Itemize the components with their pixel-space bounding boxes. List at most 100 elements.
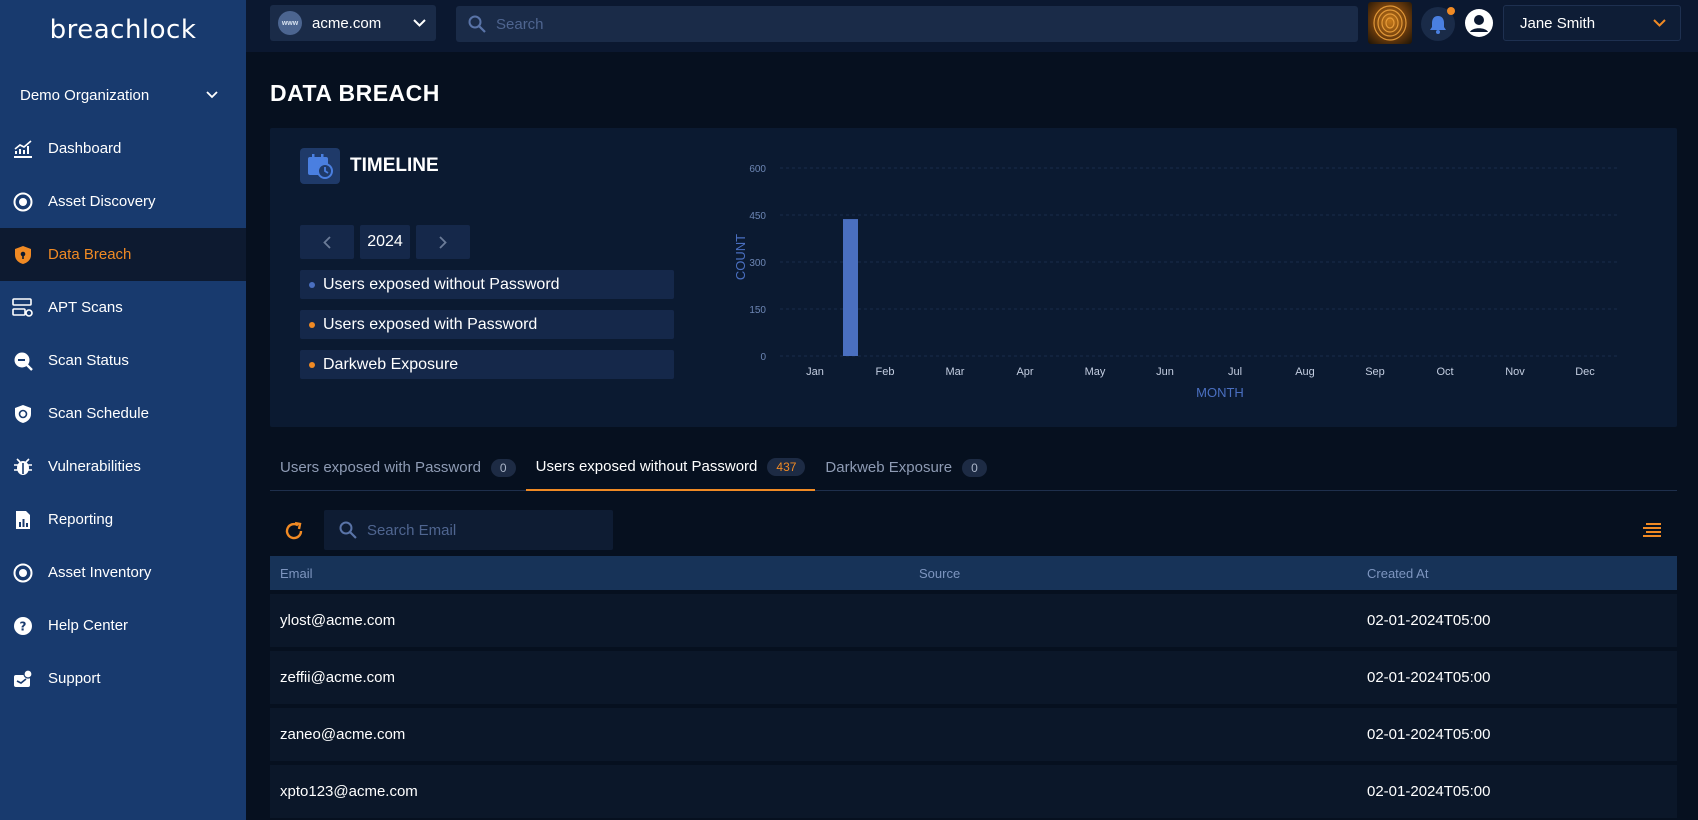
- breach-tabs: Users exposed with Password 0 Users expo…: [270, 444, 1677, 491]
- tab-count-badge: 0: [962, 458, 987, 477]
- page-title: DATA BREACH: [270, 80, 440, 106]
- prev-year-button[interactable]: [300, 225, 354, 259]
- domain-selector[interactable]: www acme.com: [270, 5, 436, 41]
- breach-table: Email Source Created At ylost@acme.com 0…: [270, 556, 1677, 818]
- x-tick-label: Feb: [876, 366, 895, 378]
- sidebar-item-label: Scan Schedule: [48, 405, 149, 422]
- column-header-email[interactable]: Email: [270, 566, 909, 581]
- tab-label: Darkweb Exposure: [825, 459, 953, 476]
- report-icon: [12, 509, 34, 531]
- global-search[interactable]: [456, 6, 1358, 42]
- created-at-cell: 02-01-2024T05:00: [1367, 726, 1491, 743]
- avatar[interactable]: [1463, 7, 1495, 39]
- bar-feb: [843, 219, 858, 356]
- legend-item-with-password[interactable]: Users exposed with Password: [300, 310, 674, 339]
- table-row[interactable]: zeffii@acme.com 02-01-2024T05:00: [270, 651, 1677, 704]
- legend-item-without-password[interactable]: Users exposed without Password: [300, 270, 674, 299]
- table-row[interactable]: xpto123@acme.com 02-01-2024T05:00: [270, 765, 1677, 818]
- sidebar-item-label: APT Scans: [48, 299, 123, 316]
- globe-icon: www: [278, 11, 302, 35]
- y-tick-label: 300: [749, 258, 766, 269]
- table-row[interactable]: zaneo@acme.com 02-01-2024T05:00: [270, 708, 1677, 761]
- chevron-down-icon: [1653, 19, 1666, 27]
- sidebar-item-scan-status[interactable]: Scan Status: [0, 334, 246, 387]
- sidebar-item-data-breach[interactable]: Data Breach: [0, 228, 246, 281]
- sidebar: breachlock Demo Organization Dashboard A…: [0, 0, 246, 820]
- user-menu[interactable]: Jane Smith: [1503, 5, 1681, 41]
- column-menu-button[interactable]: [1642, 522, 1662, 538]
- legend-bullet: [309, 361, 315, 368]
- bug-icon: [12, 456, 34, 478]
- legend-bullet: [309, 321, 315, 328]
- help-icon: ?: [12, 615, 34, 637]
- y-axis-label: COUNT: [733, 234, 748, 280]
- legend-label: Users exposed with Password: [323, 315, 538, 333]
- topbar: www acme.com Jane Smith: [246, 0, 1698, 52]
- sidebar-item-label: Asset Inventory: [48, 564, 152, 581]
- org-name: Demo Organization: [20, 86, 150, 104]
- legend-label: Users exposed without Password: [323, 275, 560, 293]
- x-axis-label: MONTH: [1196, 385, 1244, 398]
- sidebar-item-scan-schedule[interactable]: Scan Schedule: [0, 387, 246, 440]
- legend-item-darkweb[interactable]: Darkweb Exposure: [300, 350, 674, 379]
- tab-count-badge: 437: [767, 457, 806, 476]
- bell-icon: [1430, 16, 1446, 34]
- table-row[interactable]: ylost@acme.com 02-01-2024T05:00: [270, 594, 1677, 647]
- logo-text: breachlock: [49, 15, 197, 45]
- sidebar-item-reporting[interactable]: Reporting: [0, 493, 246, 546]
- inventory-icon: [12, 562, 34, 584]
- tab-with-password[interactable]: Users exposed with Password 0: [270, 444, 526, 491]
- year-value: 2024: [360, 225, 410, 259]
- timeline-chart: 0 150 300 450 600 Jan Feb Mar Apr May Jun Jul Aug Sep…: [733, 164, 1620, 398]
- sidebar-item-apt-scans[interactable]: APT Scans: [0, 281, 246, 334]
- x-tick-label: Apr: [1016, 366, 1033, 378]
- sidebar-item-label: Asset Discovery: [48, 193, 156, 210]
- chart-legend: Users exposed without Password Users exp…: [300, 270, 674, 390]
- year-selector: 2024: [300, 225, 470, 259]
- email-cell: zeffii@acme.com: [280, 669, 395, 686]
- notification-dot: [1447, 7, 1455, 15]
- tab-without-password[interactable]: Users exposed without Password 437: [525, 444, 816, 491]
- x-tick-label: Jun: [1156, 366, 1174, 378]
- x-tick-label: Oct: [1436, 366, 1453, 378]
- sidebar-item-support[interactable]: Support: [0, 652, 246, 705]
- search-input[interactable]: [496, 15, 1297, 33]
- chevron-down-icon: [413, 19, 426, 27]
- sidebar-item-label: Scan Status: [48, 352, 129, 369]
- sidebar-item-label: Vulnerabilities: [48, 458, 141, 475]
- email-cell: xpto123@acme.com: [280, 783, 418, 800]
- svg-text:?: ?: [20, 619, 27, 633]
- x-tick-label: Mar: [946, 366, 965, 378]
- created-at-cell: 02-01-2024T05:00: [1367, 783, 1491, 800]
- email-search[interactable]: [324, 510, 613, 550]
- chart-line-icon: [12, 138, 34, 160]
- legend-bullet: [309, 281, 315, 288]
- user-name: Jane Smith: [1520, 14, 1596, 32]
- table-header: Email Source Created At: [270, 556, 1677, 590]
- shield-clock-icon: [12, 403, 34, 425]
- sidebar-item-dashboard[interactable]: Dashboard: [0, 122, 246, 175]
- sidebar-item-asset-discovery[interactable]: Asset Discovery: [0, 175, 246, 228]
- brand-logo[interactable]: breachlock: [0, 0, 246, 60]
- org-selector[interactable]: Demo Organization: [0, 73, 246, 117]
- sidebar-item-label: Help Center: [48, 617, 129, 634]
- user-avatar-icon: [1465, 9, 1493, 37]
- sidebar-item-asset-inventory[interactable]: Asset Inventory: [0, 546, 246, 599]
- chevron-right-icon: [439, 235, 447, 249]
- shield-icon: [12, 244, 34, 266]
- chevron-left-icon: [323, 235, 331, 249]
- sidebar-item-vulnerabilities[interactable]: Vulnerabilities: [0, 440, 246, 493]
- tab-count-badge: 0: [490, 458, 516, 477]
- sidebar-item-label: Dashboard: [48, 140, 122, 157]
- refresh-button[interactable]: [282, 519, 306, 543]
- next-year-button[interactable]: [416, 225, 470, 259]
- column-header-created-at[interactable]: Created At: [1357, 566, 1677, 581]
- column-header-source[interactable]: Source: [909, 566, 1357, 581]
- search-icon: [468, 15, 486, 33]
- notifications-button[interactable]: [1421, 7, 1455, 41]
- sidebar-item-help-center[interactable]: ? Help Center: [0, 599, 246, 652]
- legend-label: Darkweb Exposure: [323, 355, 459, 373]
- search-email-input[interactable]: [366, 521, 613, 539]
- fingerprint-icon[interactable]: [1368, 2, 1412, 44]
- tab-darkweb-exposure[interactable]: Darkweb Exposure 0: [815, 444, 996, 491]
